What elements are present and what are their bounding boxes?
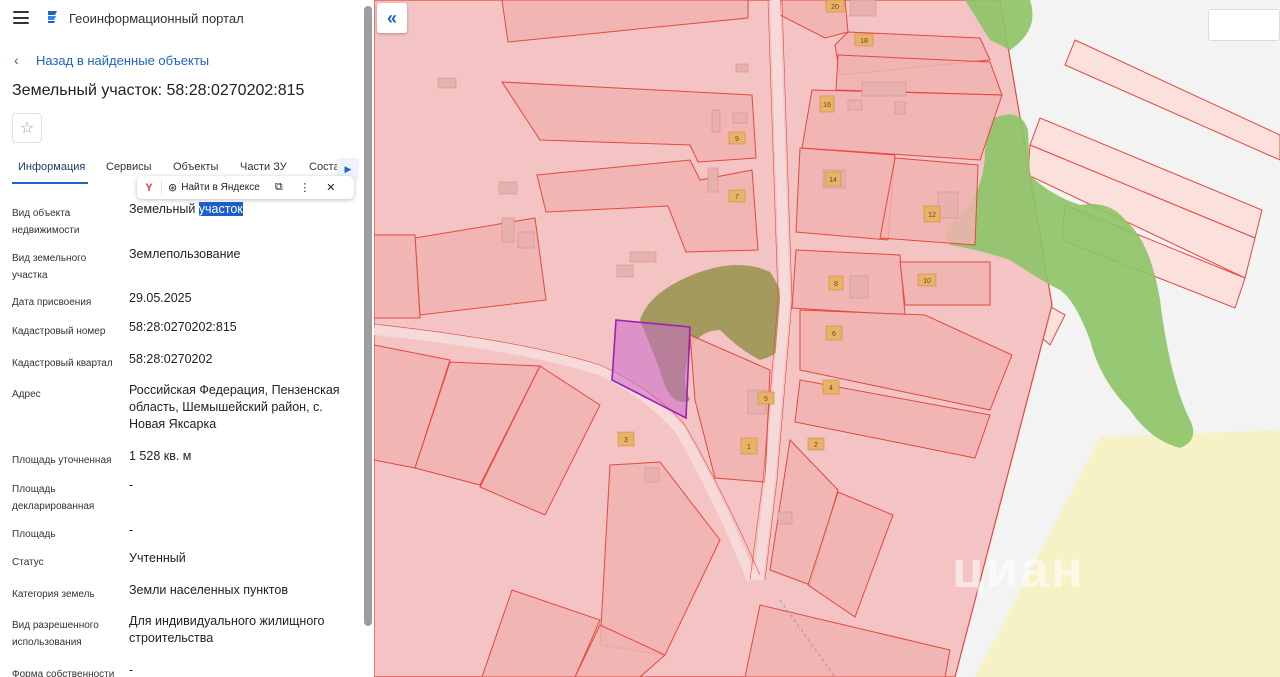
prop-label: Кадастровый номер [12,326,106,337]
copy-icon[interactable]: ⧉ [266,181,292,194]
search-icon: ⊛ [168,182,178,194]
prop-value: - [129,478,134,492]
prop-value: - [129,523,134,537]
tab-services[interactable]: Сервисы [106,161,152,173]
parcel-label: 14 [829,177,837,184]
object-title: Земельный участок: 58:28:0270202:815 [12,82,305,99]
parcel-label: 18 [860,38,868,45]
prop-value: 58:28:0270202:815 [129,320,237,334]
panel-scrollbar[interactable] [364,6,372,626]
prop-label: Площадь [12,529,56,540]
close-icon[interactable]: ✕ [318,181,344,194]
parcel-label: 1 [747,444,751,451]
parcel-label: 16 [823,102,831,109]
map-search-input[interactable] [1208,9,1280,41]
selection-popup: Y ⊛ Найти в Яндексе ⧉ ⋮ ✕ [137,176,354,199]
parcel-label: 9 [735,136,739,143]
selected-text: участок [198,202,243,216]
star-icon: ☆ [19,120,35,137]
parcel-label: 8 [834,281,838,288]
find-label: Найти в Яндексе [181,182,260,193]
prop-value: Земли населенных пунктов [129,583,288,597]
prop-value: 58:28:0270202 [129,352,213,366]
prop-value-text: Земельный [129,202,199,216]
parcel-label: 7 [735,194,739,201]
chevron-left-icon: ‹ [14,52,19,68]
prop-value: Российская Федерация, Пензенская область… [129,383,340,431]
favorite-button[interactable]: ☆ [12,113,42,143]
prop-label: Категория земель [12,589,95,600]
prop-label: Кадастровый квартал [12,358,113,369]
parcel-label: 5 [764,396,768,403]
tab-information[interactable]: Информация [18,161,85,173]
back-to-results-link[interactable]: ‹ Назад в найденные объекты [14,52,209,68]
tab-composition[interactable]: Соста [309,161,340,173]
portal-logo-icon [48,11,57,23]
double-chevron-left-icon: « [386,7,397,28]
prop-value: 29.05.2025 [129,291,192,305]
prop-value: Для индивидуального жилищного строительс… [129,614,325,645]
panel-header: Геоинформационный портал [0,0,364,36]
parcel-label: 20 [831,4,839,11]
cadastral-map[interactable]: 20 18 16 9 7 14 12 10 8 6 4 2 5 1 3 циан [374,0,1280,677]
tab-objects[interactable]: Объекты [173,161,218,173]
tab-parts[interactable]: Части ЗУ [240,161,287,173]
prop-label: Площадь декларированная [12,484,95,512]
map-canvas[interactable]: 20 18 16 9 7 14 12 10 8 6 4 2 5 1 3 [374,0,1280,677]
prop-label: Статус [12,557,44,568]
prop-label: Дата присвоения [12,297,92,308]
prop-label: Вид земельного участка [12,253,87,281]
prop-value: Учтенный [129,551,186,565]
portal-title: Геоинформационный портал [69,11,244,26]
prop-label: Площадь уточненная [12,455,112,466]
info-panel: Геоинформационный портал ‹ Назад в найде… [0,0,374,677]
parcel-label: 3 [624,437,628,444]
prop-value: 1 528 кв. м [129,449,192,463]
parcel-label: 6 [832,331,836,338]
prop-label: Адрес [12,389,41,400]
active-tab-indicator [12,182,88,184]
back-link-label: Назад в найденные объекты [36,52,210,68]
parcel-label: 2 [814,442,818,449]
parcel-label: 10 [923,278,931,285]
find-in-yandex-button[interactable]: ⊛ Найти в Яндексе [162,181,266,194]
watermark: циан [952,541,1085,599]
prop-value: - [129,663,134,677]
yandex-icon: Y [145,181,153,194]
prop-value: Земельный участок [129,201,354,218]
prop-label: Вид разрешенного использования [12,620,99,648]
chevron-right-icon: ▶ [344,163,352,174]
prop-label: Форма собственности [12,669,115,677]
more-icon[interactable]: ⋮ [292,181,318,194]
parcel-label: 4 [829,385,833,392]
parcel-label: 12 [928,212,936,219]
collapse-panel-button[interactable]: « [377,3,407,33]
prop-value: Землепользование [129,247,241,261]
hamburger-icon[interactable] [13,11,29,24]
prop-label: Вид объекта недвижимости [12,208,80,236]
